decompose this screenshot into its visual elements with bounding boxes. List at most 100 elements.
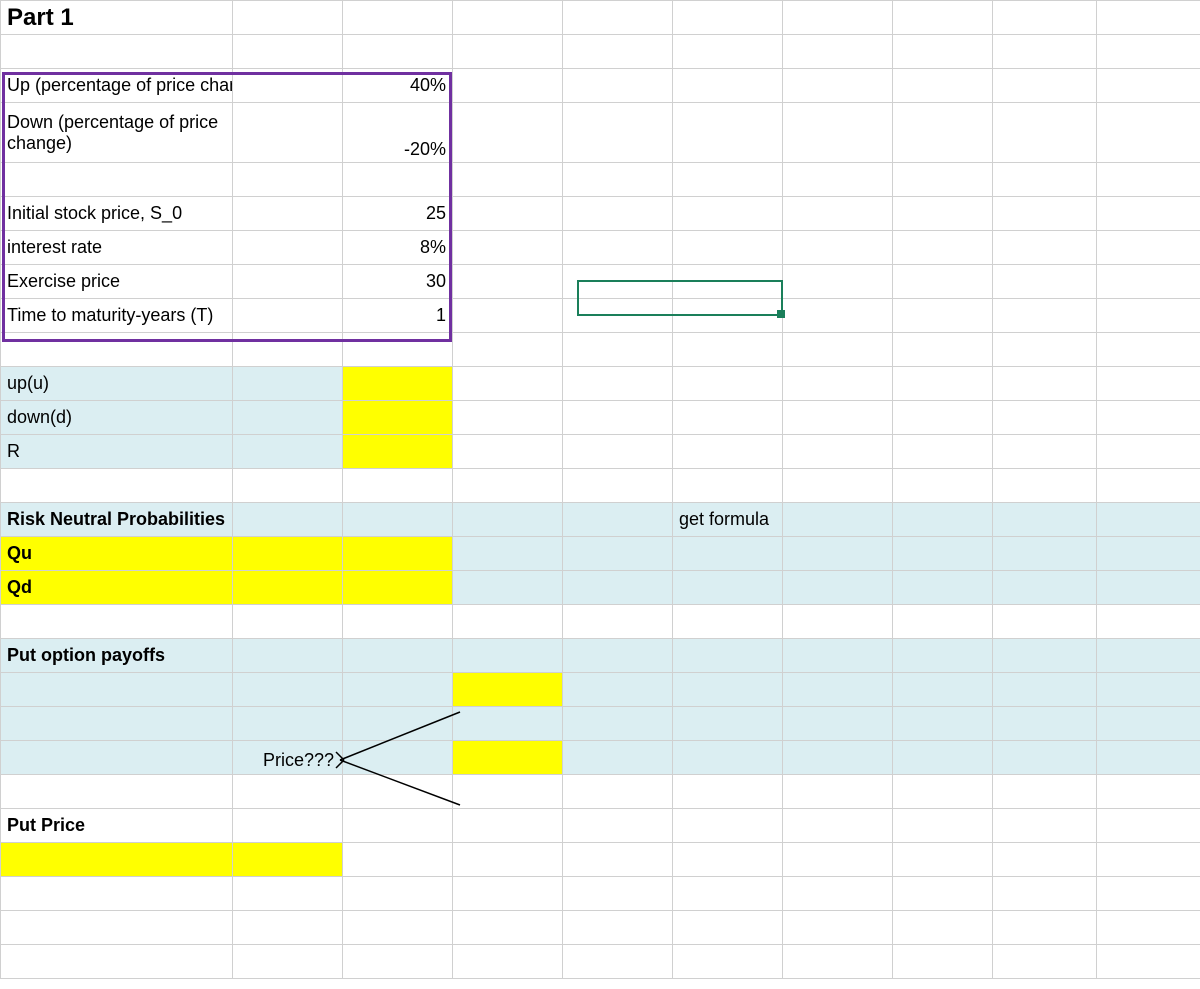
cell[interactable]	[673, 945, 783, 979]
cell[interactable]	[453, 231, 563, 265]
cell[interactable]	[233, 707, 343, 741]
down-value[interactable]: -20%	[343, 103, 453, 163]
cell[interactable]	[453, 605, 563, 639]
cell[interactable]	[1097, 741, 1200, 775]
cell[interactable]	[993, 163, 1097, 197]
cell[interactable]	[783, 673, 893, 707]
cell[interactable]	[453, 435, 563, 469]
cell[interactable]	[893, 605, 993, 639]
risk-header[interactable]: Risk Neutral Probabilities	[1, 503, 233, 537]
cell[interactable]	[1097, 605, 1200, 639]
cell[interactable]	[1097, 197, 1200, 231]
cell[interactable]	[453, 809, 563, 843]
cell[interactable]	[233, 401, 343, 435]
cell[interactable]	[563, 469, 673, 503]
cell[interactable]	[233, 571, 343, 605]
cell[interactable]	[993, 741, 1097, 775]
spreadsheet[interactable]: Part 1 Up (percentage of price change) 4…	[0, 0, 1200, 989]
cell[interactable]	[673, 639, 783, 673]
cell[interactable]	[783, 401, 893, 435]
cell[interactable]	[783, 197, 893, 231]
cell[interactable]	[783, 639, 893, 673]
cell[interactable]	[1097, 809, 1200, 843]
cell[interactable]	[993, 673, 1097, 707]
cell[interactable]	[893, 707, 993, 741]
rate-label[interactable]: interest rate	[1, 231, 233, 265]
cell[interactable]	[453, 103, 563, 163]
cell[interactable]	[993, 435, 1097, 469]
cell[interactable]	[453, 35, 563, 69]
cell[interactable]	[563, 367, 673, 401]
cell[interactable]	[1097, 103, 1200, 163]
cell[interactable]	[343, 877, 453, 911]
cell[interactable]	[673, 809, 783, 843]
cell[interactable]	[563, 197, 673, 231]
cell[interactable]	[783, 299, 893, 333]
cell[interactable]	[233, 103, 343, 163]
cell[interactable]	[233, 843, 343, 877]
cell[interactable]	[233, 537, 343, 571]
cell[interactable]	[893, 503, 993, 537]
cell[interactable]	[453, 469, 563, 503]
qd-label[interactable]: Qd	[1, 571, 233, 605]
cell[interactable]	[893, 945, 993, 979]
cell[interactable]	[673, 401, 783, 435]
cell[interactable]	[993, 333, 1097, 367]
s0-value[interactable]: 25	[343, 197, 453, 231]
cell[interactable]	[563, 537, 673, 571]
cell[interactable]	[343, 469, 453, 503]
cell[interactable]	[893, 843, 993, 877]
cell[interactable]	[233, 1, 343, 35]
get-formula[interactable]: get formula	[673, 503, 783, 537]
cell[interactable]	[563, 163, 673, 197]
cell[interactable]	[673, 333, 783, 367]
cell[interactable]	[783, 333, 893, 367]
cell[interactable]	[1097, 265, 1200, 299]
cell[interactable]	[1, 35, 233, 69]
upu-value[interactable]	[343, 367, 453, 401]
cell[interactable]	[673, 877, 783, 911]
cell[interactable]	[893, 367, 993, 401]
cell[interactable]	[1097, 945, 1200, 979]
cell[interactable]	[343, 163, 453, 197]
payoffs-header[interactable]: Put option payoffs	[1, 639, 233, 673]
time-value[interactable]: 1	[343, 299, 453, 333]
cell[interactable]	[343, 1, 453, 35]
cell[interactable]	[563, 333, 673, 367]
qu-label[interactable]: Qu	[1, 537, 233, 571]
cell[interactable]	[453, 367, 563, 401]
cell[interactable]	[233, 265, 343, 299]
title-cell[interactable]: Part 1	[1, 1, 233, 35]
cell[interactable]	[673, 163, 783, 197]
cell[interactable]	[343, 639, 453, 673]
cell[interactable]	[343, 503, 453, 537]
cell[interactable]	[893, 1, 993, 35]
cell[interactable]	[993, 911, 1097, 945]
putprice-header[interactable]: Put Price	[1, 809, 233, 843]
cell[interactable]	[1, 163, 233, 197]
cell[interactable]	[993, 469, 1097, 503]
cell[interactable]	[343, 673, 453, 707]
grid[interactable]: Part 1 Up (percentage of price change) 4…	[0, 0, 1200, 979]
cell[interactable]	[673, 911, 783, 945]
cell[interactable]	[673, 843, 783, 877]
cell[interactable]	[563, 707, 673, 741]
cell[interactable]	[783, 707, 893, 741]
cell[interactable]	[783, 775, 893, 809]
cell[interactable]	[1097, 333, 1200, 367]
upu-label[interactable]: up(u)	[1, 367, 233, 401]
cell[interactable]	[993, 231, 1097, 265]
cell[interactable]	[453, 503, 563, 537]
cell[interactable]	[563, 231, 673, 265]
cell[interactable]	[893, 163, 993, 197]
cell[interactable]	[993, 707, 1097, 741]
cell[interactable]	[453, 707, 563, 741]
cell[interactable]	[563, 843, 673, 877]
cell[interactable]	[1097, 673, 1200, 707]
cell[interactable]	[1, 469, 233, 503]
cell[interactable]	[1097, 1, 1200, 35]
cell[interactable]	[1, 707, 233, 741]
cell[interactable]	[993, 69, 1097, 103]
cell[interactable]	[893, 103, 993, 163]
cell[interactable]	[993, 843, 1097, 877]
